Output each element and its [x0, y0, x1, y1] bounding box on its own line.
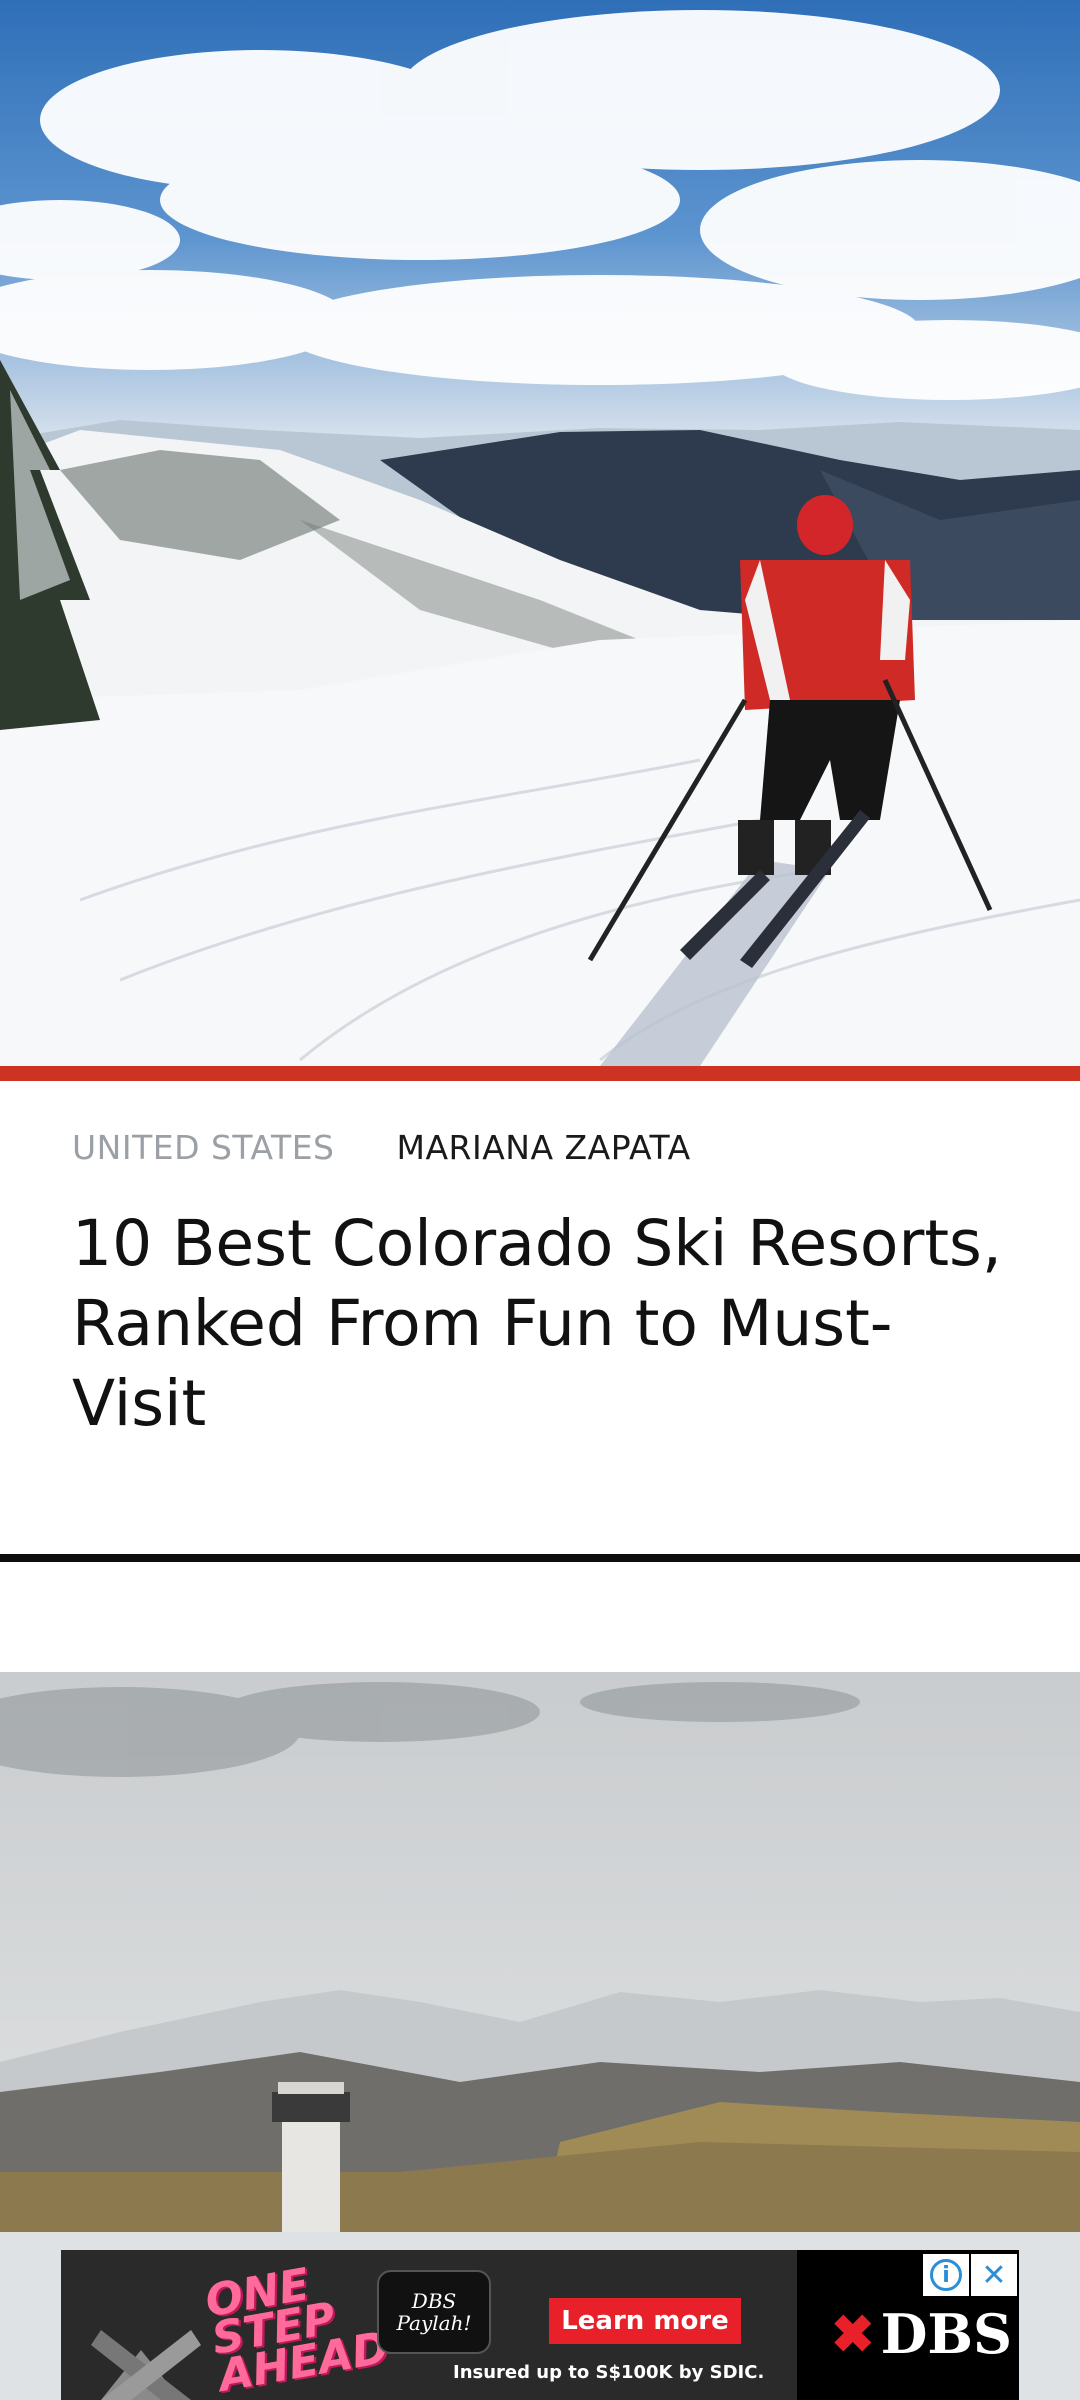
ad-brand-logo: ✖ DBS	[831, 2302, 1012, 2366]
info-icon: i	[930, 2259, 962, 2291]
author-link[interactable]: MARIANA ZAPATA	[397, 1128, 691, 1167]
learn-more-button[interactable]: Learn more	[549, 2298, 741, 2344]
ad-info-button[interactable]: i	[923, 2254, 969, 2296]
article-title[interactable]: 10 Best Colorado Ski Resorts, Ranked Fro…	[72, 1204, 1022, 1444]
ad-brand-name: DBS	[880, 2302, 1013, 2366]
close-icon: ✕	[981, 2257, 1007, 2293]
accent-bar	[0, 1066, 1080, 1081]
article-meta: UNITED STATES MARIANA ZAPATA	[72, 1122, 691, 1172]
ad-close-button[interactable]: ✕	[971, 2254, 1017, 2296]
category-link[interactable]: UNITED STATES	[72, 1128, 335, 1167]
section-divider	[0, 1554, 1080, 1562]
ad-banner[interactable]: ONE STEP AHEAD DBS Paylah! Learn more In…	[61, 2250, 1019, 2400]
dbs-logo-icon: ✖	[831, 2303, 875, 2365]
hero-image[interactable]	[0, 0, 1080, 1066]
ad-disclaimer: Insured up to S$100K by SDIC.	[453, 2362, 765, 2383]
ski-scene-illustration	[0, 10, 1080, 1066]
ad-app-badge: DBS Paylah!	[377, 2270, 491, 2354]
